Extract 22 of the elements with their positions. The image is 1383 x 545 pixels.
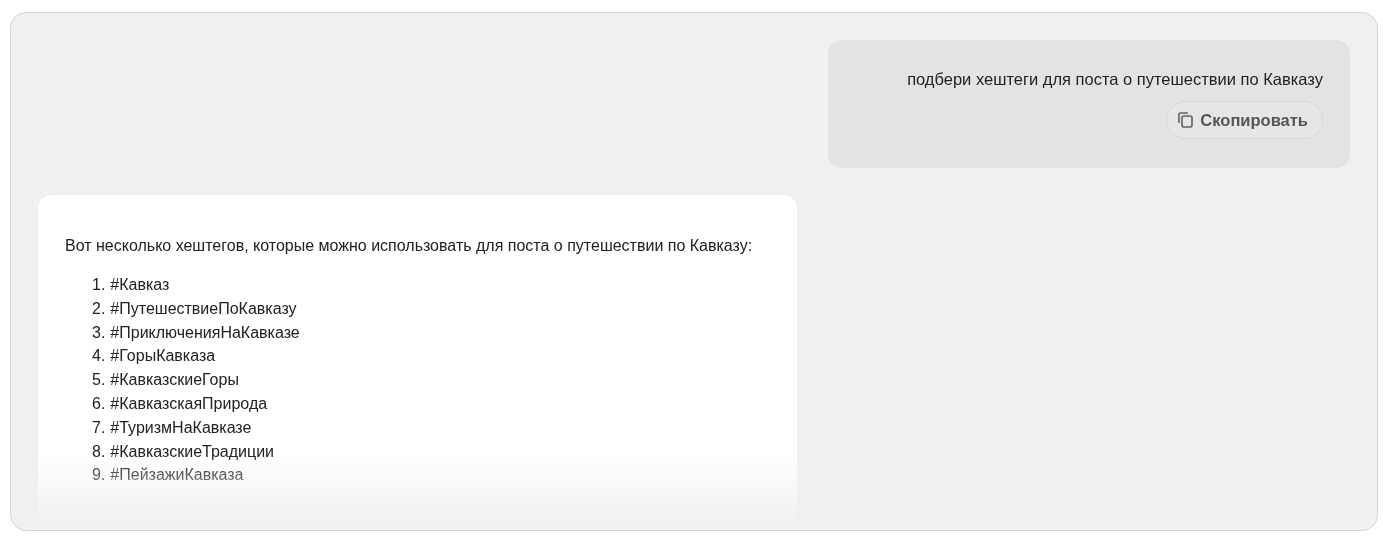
- hashtag-item: #Кавказ: [110, 275, 170, 295]
- hashtag-item: #ТуризмНаКавказе: [110, 417, 252, 438]
- hashtag-item: #ПриключенияНаКавказе: [110, 322, 300, 343]
- list-number: 7.: [92, 417, 106, 438]
- list-number: 3.: [92, 322, 106, 343]
- hashtag-item: #КавказскиеТрадиции: [110, 441, 274, 462]
- user-message-text: подбери хештеги для поста о путешествии по Кавказу: [907, 69, 1323, 90]
- list-number: 6.: [92, 394, 106, 414]
- hashtag-item: #ГорыКавказа: [110, 346, 216, 367]
- copy-icon: [1175, 110, 1196, 130]
- list-number: 8.: [92, 441, 106, 462]
- list-number: 2.: [92, 298, 106, 319]
- hashtag-item: #ПейзажиКавказа: [110, 465, 244, 486]
- hashtag-item: #КавказскиеГоры: [110, 370, 239, 391]
- hashtag-item: #ПутешествиеПоКавказу: [110, 298, 297, 319]
- hashtag-item: #КавказскаяПрирода: [110, 394, 268, 414]
- list-number: 9.: [92, 465, 106, 486]
- response-intro: Вот несколько хештегов, которые можно использовать для поста о путешествии по Кавказу:: [65, 236, 754, 256]
- list-number: 4.: [92, 346, 106, 367]
- copy-button[interactable]: Скопировать: [1166, 101, 1323, 139]
- list-number: 5.: [92, 370, 106, 391]
- list-number: 1.: [92, 275, 106, 295]
